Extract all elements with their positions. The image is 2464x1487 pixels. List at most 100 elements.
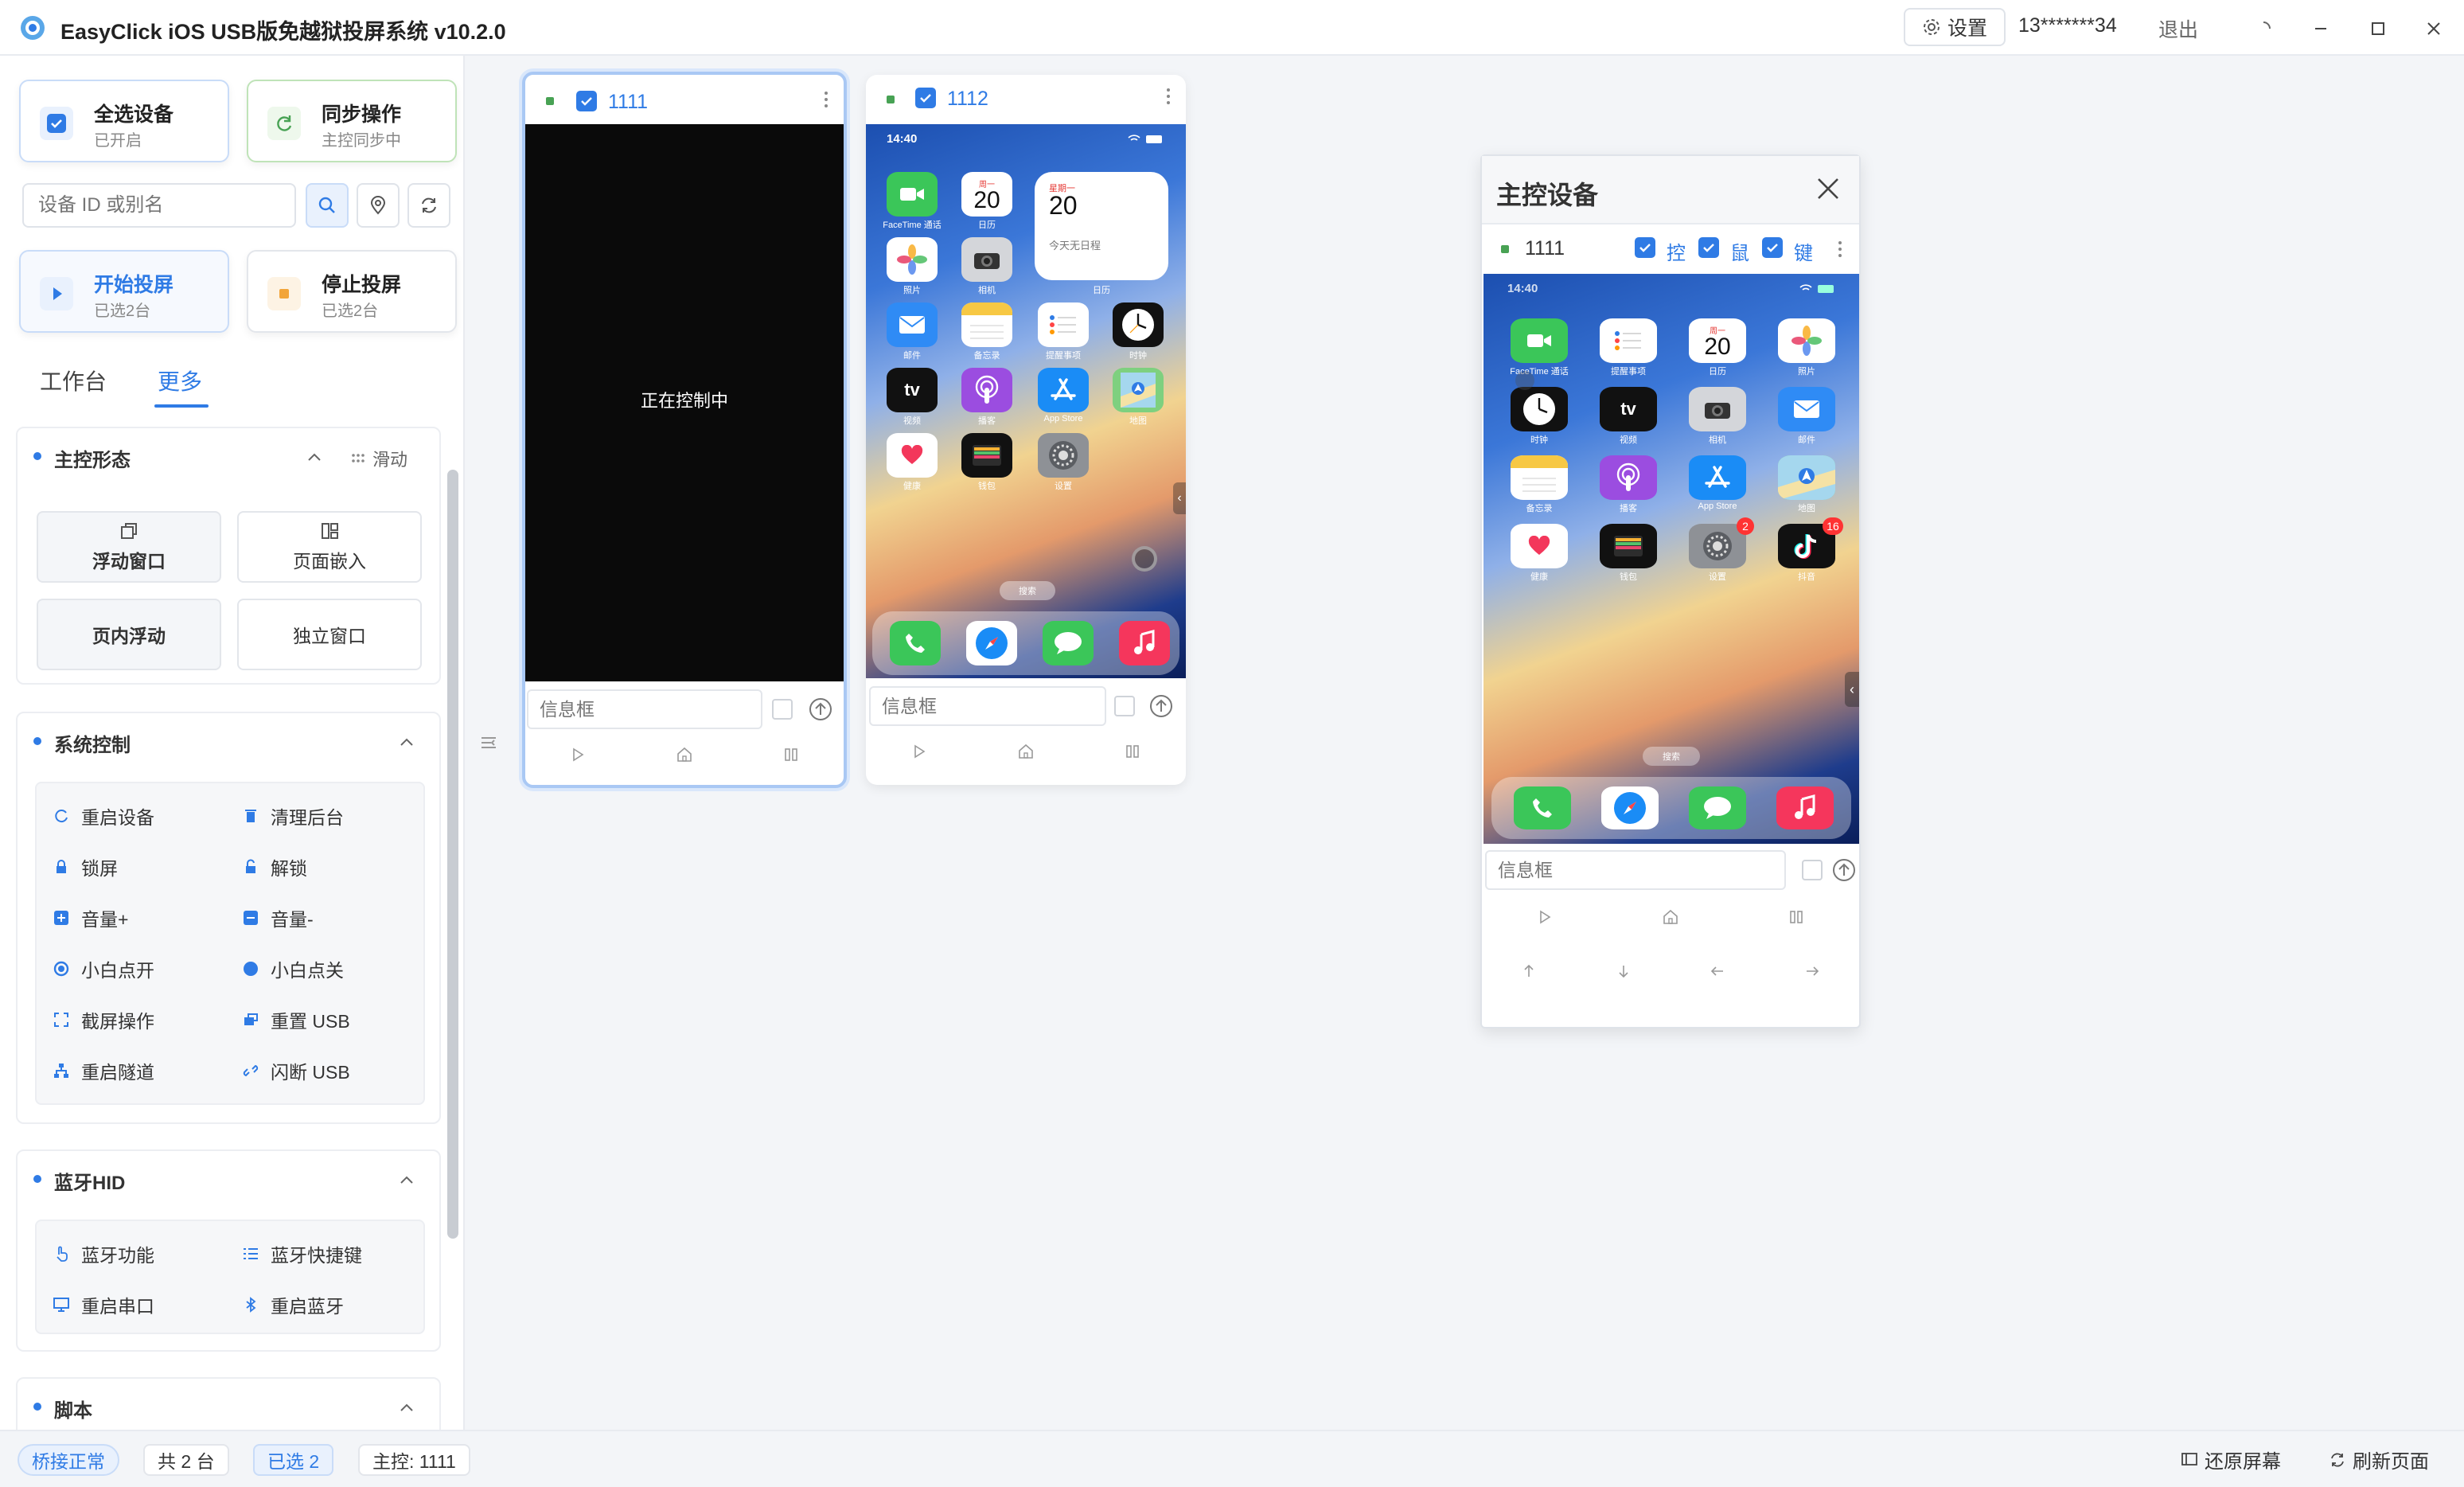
phone-icon[interactable] bbox=[890, 621, 941, 665]
minimize-button[interactable] bbox=[2303, 11, 2338, 46]
facetime-icon[interactable] bbox=[1511, 318, 1568, 363]
notes-icon[interactable] bbox=[1511, 455, 1568, 500]
stop-cast-card[interactable]: 停止投屏 已选2台 bbox=[247, 250, 457, 333]
chevron-up-icon[interactable] bbox=[306, 449, 323, 466]
sync-operation-card[interactable]: 同步操作 主控同步中 bbox=[247, 80, 457, 162]
device-search-input[interactable] bbox=[22, 183, 296, 228]
photos-icon[interactable] bbox=[1778, 318, 1835, 363]
lock-screen-item[interactable]: 锁屏 bbox=[53, 853, 118, 880]
slide-toggle[interactable]: 滑动 bbox=[350, 446, 407, 471]
side-collapse-icon[interactable]: ‹ bbox=[1845, 672, 1859, 707]
device-card-1112[interactable]: 1112 14:40 FaceTime 通话 周一 20 日历 星期一 20 今天… bbox=[866, 75, 1186, 785]
chevron-up-icon[interactable] bbox=[398, 1172, 415, 1189]
podcasts-icon[interactable] bbox=[961, 368, 1012, 412]
more-vertical-icon[interactable] bbox=[823, 89, 829, 110]
assistive-touch-icon[interactable] bbox=[1132, 546, 1157, 572]
tab-workbench[interactable]: 工作台 bbox=[40, 365, 107, 396]
messages-icon[interactable] bbox=[1043, 621, 1094, 665]
restart-bluetooth-item[interactable]: 重启蓝牙 bbox=[242, 1291, 344, 1318]
apple-tv-icon[interactable]: tv bbox=[887, 368, 938, 412]
info-input[interactable] bbox=[869, 686, 1106, 726]
chevron-up-icon[interactable] bbox=[398, 734, 415, 751]
master-mode-header[interactable]: 主控形态 滑动 bbox=[18, 428, 439, 484]
flash-usb-item[interactable]: 闪断 USB bbox=[242, 1057, 350, 1084]
notes-icon[interactable] bbox=[961, 302, 1012, 347]
play-icon[interactable] bbox=[570, 747, 586, 763]
volume-up-item[interactable]: 音量+ bbox=[53, 904, 128, 931]
health-icon[interactable] bbox=[887, 433, 938, 478]
mail-icon[interactable] bbox=[1778, 387, 1835, 431]
play-icon[interactable] bbox=[1537, 909, 1553, 925]
sidebar-scrollbar[interactable] bbox=[447, 470, 458, 1239]
locate-button[interactable] bbox=[357, 183, 400, 228]
bluetooth-function-item[interactable]: 蓝牙功能 bbox=[53, 1240, 154, 1267]
mode-in-page-float[interactable]: 页内浮动 bbox=[37, 599, 221, 670]
restart-tunnel-item[interactable]: 重启隧道 bbox=[53, 1057, 154, 1084]
camera-icon[interactable] bbox=[1689, 387, 1746, 431]
facetime-icon[interactable] bbox=[887, 172, 938, 217]
maps-icon[interactable] bbox=[1778, 455, 1835, 500]
restart-serial-item[interactable]: 重启串口 bbox=[53, 1291, 154, 1318]
refresh-list-button[interactable] bbox=[407, 183, 450, 228]
unlock-item[interactable]: 解锁 bbox=[242, 853, 307, 880]
apple-tv-icon[interactable]: tv bbox=[1600, 387, 1657, 431]
side-collapse-icon[interactable]: ‹ bbox=[1173, 482, 1186, 514]
arrow-up-icon[interactable] bbox=[1521, 963, 1537, 979]
bluetooth-shortcut-item[interactable]: 蓝牙快捷键 bbox=[242, 1240, 362, 1267]
keyboard-checkbox[interactable] bbox=[1762, 237, 1783, 258]
control-checkbox[interactable] bbox=[1635, 237, 1655, 258]
settings-app-icon[interactable] bbox=[1038, 433, 1089, 478]
settings-button[interactable]: 设置 bbox=[1904, 8, 2006, 46]
restore-screen-button[interactable]: 还原屏幕 bbox=[2181, 1446, 2281, 1473]
volume-down-item[interactable]: 音量- bbox=[242, 904, 314, 931]
close-icon[interactable] bbox=[1816, 177, 1840, 201]
assistive-touch-on-item[interactable]: 小白点开 bbox=[53, 955, 154, 982]
info-input[interactable] bbox=[1485, 850, 1786, 890]
app-store-icon[interactable] bbox=[1689, 455, 1746, 500]
messages-icon[interactable] bbox=[1689, 786, 1746, 829]
tab-more[interactable]: 更多 bbox=[158, 365, 202, 396]
user-account[interactable]: 13*******34 bbox=[2018, 14, 2117, 37]
send-up-icon[interactable] bbox=[1832, 858, 1856, 882]
restart-device-item[interactable]: 重启设备 bbox=[53, 802, 154, 829]
calendar-widget[interactable]: 星期一 20 今天无日程 bbox=[1035, 172, 1168, 280]
wallet-icon[interactable] bbox=[1600, 524, 1657, 568]
wallet-icon[interactable] bbox=[961, 433, 1012, 478]
play-icon[interactable] bbox=[911, 744, 927, 759]
home-icon[interactable] bbox=[1017, 744, 1035, 759]
clear-background-item[interactable]: 清理后台 bbox=[242, 802, 344, 829]
safari-icon[interactable] bbox=[966, 621, 1017, 665]
search-button[interactable] bbox=[306, 183, 349, 228]
reminders-icon[interactable] bbox=[1600, 318, 1657, 363]
send-up-icon[interactable] bbox=[809, 697, 832, 721]
refresh-page-button[interactable]: 刷新页面 bbox=[2329, 1446, 2429, 1473]
start-cast-card[interactable]: 开始投屏 已选2台 bbox=[19, 250, 229, 333]
assistive-touch-icon[interactable] bbox=[1515, 371, 1534, 390]
calendar-icon[interactable]: 周一 20 bbox=[1689, 318, 1746, 363]
maps-icon[interactable] bbox=[1113, 368, 1164, 412]
assistive-touch-off-item[interactable]: 小白点关 bbox=[242, 955, 344, 982]
health-icon[interactable] bbox=[1511, 524, 1568, 568]
info-checkbox[interactable] bbox=[1114, 696, 1135, 716]
info-checkbox[interactable] bbox=[772, 699, 793, 720]
script-header[interactable]: 脚本 bbox=[18, 1379, 439, 1430]
spotlight-search-pill[interactable]: 搜索 bbox=[1643, 747, 1700, 766]
device-checkbox[interactable] bbox=[576, 91, 597, 111]
app-switcher-icon[interactable] bbox=[1788, 909, 1804, 925]
close-button[interactable] bbox=[2416, 11, 2451, 46]
select-all-devices-card[interactable]: 全选设备 已开启 bbox=[19, 80, 229, 162]
safari-icon[interactable] bbox=[1601, 786, 1659, 829]
system-control-header[interactable]: 系统控制 bbox=[18, 713, 439, 769]
home-icon[interactable] bbox=[676, 747, 693, 763]
arrow-down-icon[interactable] bbox=[1616, 963, 1632, 979]
arrow-right-icon[interactable] bbox=[1804, 963, 1820, 979]
photos-icon[interactable] bbox=[887, 237, 938, 282]
mail-icon[interactable] bbox=[887, 302, 938, 347]
master-device-window[interactable]: 主控设备 1111 控 鼠 键 14:40 FaceTime 通话 提醒事项 周… bbox=[1480, 154, 1861, 1028]
phone-icon[interactable] bbox=[1514, 786, 1571, 829]
info-checkbox[interactable] bbox=[1802, 860, 1823, 880]
more-vertical-icon[interactable] bbox=[1165, 86, 1172, 107]
master-window-header[interactable]: 主控设备 bbox=[1482, 156, 1859, 224]
screenshot-item[interactable]: 截屏操作 bbox=[53, 1006, 154, 1033]
reset-usb-item[interactable]: 重置 USB bbox=[242, 1006, 350, 1033]
